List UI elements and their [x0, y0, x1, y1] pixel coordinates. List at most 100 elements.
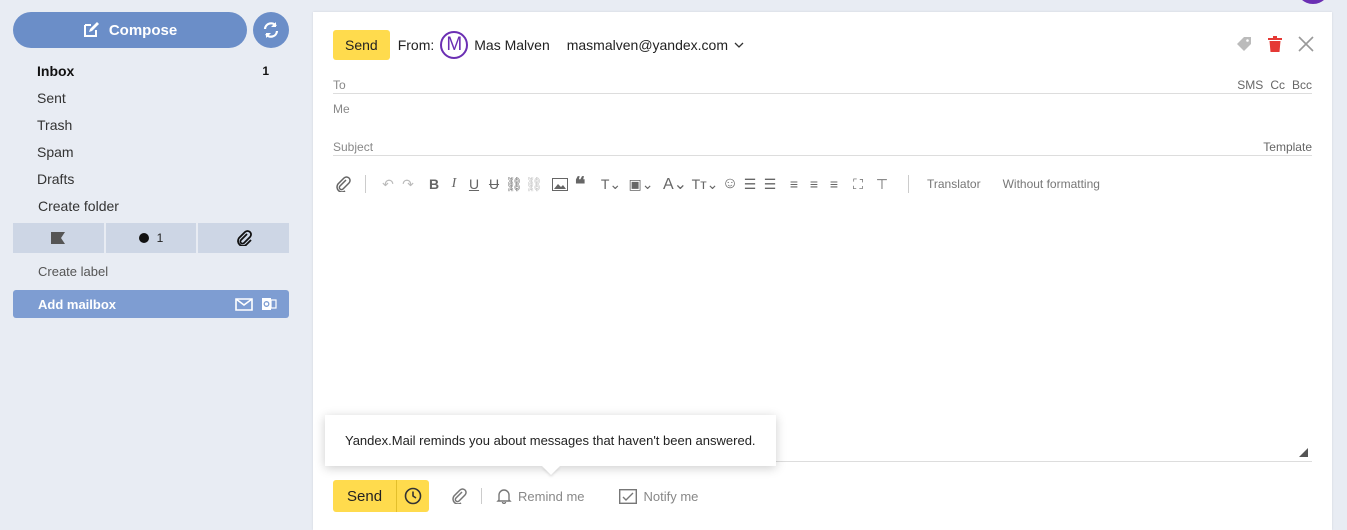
attach-button-bottom[interactable] [451, 488, 467, 504]
bcc-link[interactable]: Bcc [1292, 78, 1312, 92]
remind-me-button[interactable]: Remind me [496, 488, 585, 504]
send-button-top[interactable]: Send [333, 30, 390, 60]
refresh-icon [263, 22, 279, 38]
notify-me-button[interactable]: Notify me [618, 488, 699, 504]
numbered-list-icon[interactable]: ☰ [740, 174, 760, 194]
underline-icon[interactable]: U [464, 174, 484, 194]
redo-icon[interactable]: ↷ [398, 174, 418, 194]
reminder-tooltip: Yandex.Mail reminds you about messages t… [325, 415, 776, 466]
sms-link[interactable]: SMS [1237, 78, 1263, 92]
remind-me-label: Remind me [518, 488, 585, 504]
align-left-icon[interactable]: ≡ [784, 174, 804, 194]
compose-header: Send From: M Mas Malven masmalven@yandex… [333, 30, 744, 60]
me-label: Me [333, 102, 350, 116]
folder-label: Sent [37, 89, 66, 106]
font-icon[interactable]: A⌄ [660, 174, 690, 194]
folder-list: Inbox 1 Sent Trash Spam Drafts Create fo… [13, 57, 289, 219]
folder-label: Spam [37, 143, 74, 160]
bulleted-list-icon[interactable]: ☰ [760, 174, 780, 194]
compose-actions [1236, 36, 1314, 52]
add-mailbox-label: Add mailbox [38, 296, 117, 312]
send-label: Send [333, 480, 398, 512]
font-size-icon[interactable]: Tт⌄ [690, 174, 720, 194]
notify-me-label: Notify me [643, 488, 699, 504]
close-icon[interactable] [1298, 36, 1314, 52]
text-background-icon[interactable]: ▣⌄ [626, 174, 656, 194]
gmail-icon [235, 297, 253, 311]
create-label-link[interactable]: Create label [38, 264, 108, 279]
fullscreen-icon[interactable]: ⛶ [848, 174, 868, 194]
italic-icon[interactable]: I [444, 174, 464, 194]
tooltip-arrow [542, 466, 560, 475]
from-label: From: [397, 37, 435, 53]
sender-email: masmalven@yandex.com [566, 37, 729, 53]
translator-button[interactable]: Translator [927, 177, 981, 191]
unread-filter-count: 1 [156, 231, 164, 245]
refresh-button[interactable] [253, 12, 289, 48]
paperclip-icon [236, 230, 252, 246]
me-field: Me [333, 102, 1312, 116]
attach-icon[interactable] [333, 174, 353, 194]
image-icon[interactable] [550, 174, 570, 194]
tag-icon[interactable] [1236, 36, 1252, 52]
unread-count: 1 [262, 63, 269, 78]
compose-button[interactable]: Compose [13, 12, 247, 48]
paperclip-icon [452, 488, 467, 504]
to-field[interactable]: To SMS Cc Bcc [333, 76, 1312, 94]
create-folder-link[interactable]: Create folder [13, 192, 289, 219]
resize-grip[interactable] [1299, 448, 1308, 457]
without-formatting-button[interactable]: Without formatting [1003, 177, 1100, 191]
unread-filter[interactable]: 1 [105, 223, 197, 253]
bell-icon [496, 489, 512, 504]
flag-icon [51, 232, 66, 244]
subject-label: Subject [333, 139, 374, 154]
compose-panel: Send From: M Mas Malven masmalven@yandex… [313, 12, 1332, 530]
quote-icon[interactable]: ❝ [570, 174, 590, 196]
send-button[interactable]: Send [333, 480, 430, 512]
folder-label: Trash [37, 116, 73, 133]
flagged-filter[interactable] [13, 223, 104, 253]
link-icon[interactable]: ⛓ [504, 174, 524, 194]
folder-label: Drafts [37, 170, 75, 187]
folder-drafts[interactable]: Drafts [13, 165, 289, 192]
compose-footer: Send Remind me Notify me [333, 480, 698, 512]
align-center-icon[interactable]: ≡ [804, 174, 824, 194]
notify-check-icon [618, 488, 637, 504]
align-right-icon[interactable]: ≡ [824, 174, 844, 194]
filter-bar: 1 [13, 223, 290, 253]
sender-name: Mas Malven [474, 37, 550, 53]
toolbar-divider [908, 175, 909, 193]
emoji-icon[interactable]: ☺ [720, 174, 740, 194]
attachments-filter[interactable] [198, 223, 290, 253]
format-painter-icon[interactable]: ⊤ [872, 174, 892, 194]
sender-email-select[interactable]: masmalven@yandex.com [567, 37, 744, 53]
clock-icon [404, 487, 422, 505]
delete-icon[interactable] [1268, 36, 1282, 52]
add-mailbox-button[interactable]: Add mailbox [13, 290, 289, 318]
folder-inbox[interactable]: Inbox 1 [13, 57, 289, 84]
schedule-send-button[interactable] [397, 487, 429, 505]
footer-divider [481, 488, 483, 504]
formatting-toolbar: ↶ ↷ B I U U ⛓ ⛓ ❝ T⌄ ▣⌄ A⌄ Tт⌄ ☺ ☰ ☰ ≡ ≡… [333, 173, 1100, 196]
template-link[interactable]: Template [1263, 140, 1312, 154]
outlook-icon [262, 298, 277, 310]
cc-link[interactable]: Cc [1270, 78, 1285, 92]
chevron-down-icon [734, 42, 744, 48]
folder-trash[interactable]: Trash [13, 111, 289, 138]
subject-field[interactable]: Subject Template [333, 138, 1312, 156]
compose-label: Compose [108, 21, 178, 39]
undo-icon[interactable]: ↶ [378, 174, 398, 194]
toolbar-divider [365, 175, 366, 193]
user-avatar[interactable] [1296, 0, 1330, 4]
text-color-icon[interactable]: T⌄ [596, 174, 626, 194]
unread-dot-icon [138, 233, 149, 243]
strikethrough-icon[interactable]: U [484, 174, 504, 194]
sender-avatar: M [440, 31, 469, 59]
unlink-icon[interactable]: ⛓ [524, 174, 544, 194]
to-label: To [333, 77, 346, 92]
bold-icon[interactable]: B [424, 174, 444, 194]
folder-spam[interactable]: Spam [13, 138, 289, 165]
folder-label: Inbox [37, 62, 75, 79]
compose-icon [83, 22, 99, 37]
folder-sent[interactable]: Sent [13, 84, 289, 111]
